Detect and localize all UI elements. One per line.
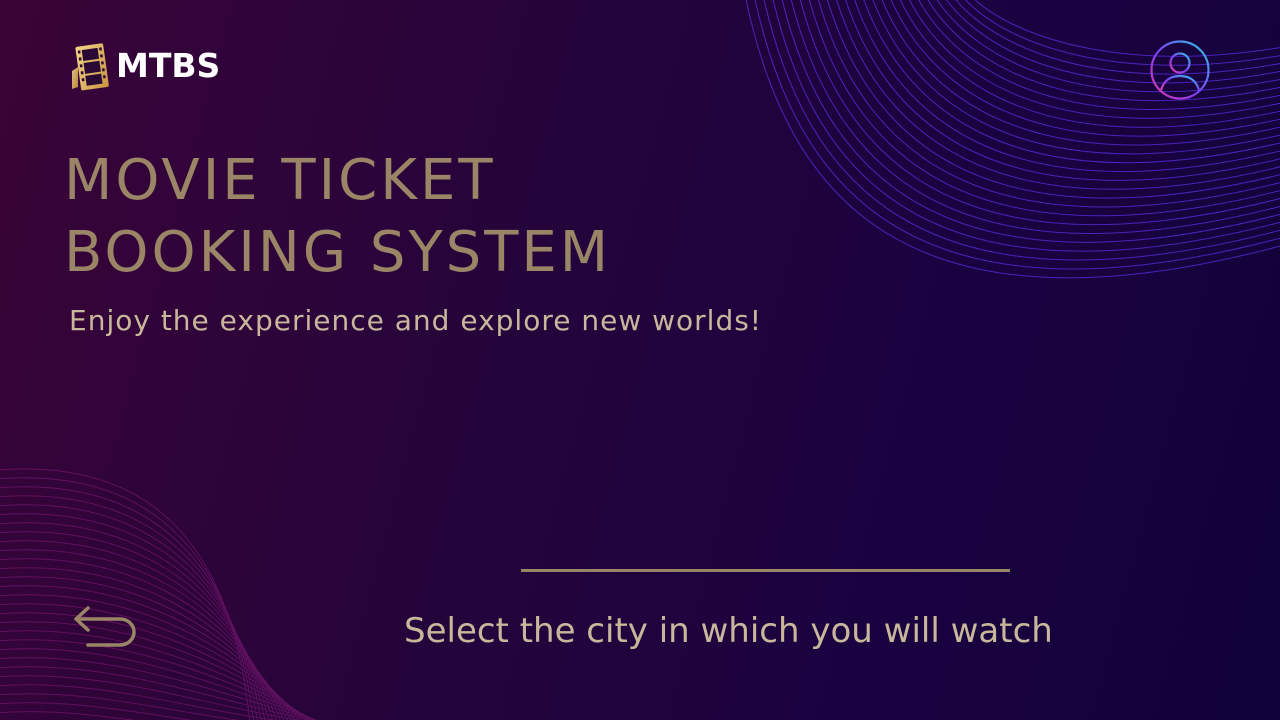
city-prompt: Select the city in which you will watch (404, 611, 1053, 651)
decor-line (845, 0, 1280, 181)
decor-line (918, 0, 1280, 110)
title-line-2: BOOKING SYSTEM (64, 220, 612, 285)
brand-logo[interactable]: MTBS (70, 40, 220, 92)
decor-line (781, 0, 1280, 243)
undo-arrow-icon (74, 606, 136, 647)
decor-line (0, 468, 250, 720)
decor-line (799, 0, 1280, 226)
decor-line (0, 693, 241, 720)
decor-line (964, 0, 1280, 66)
decor-line (854, 0, 1280, 172)
decor-line (0, 684, 279, 720)
decor-line (0, 594, 303, 720)
decor-line (0, 702, 193, 720)
decor-line (955, 0, 1280, 75)
profile-button[interactable] (1149, 39, 1211, 101)
title-line-1: MOVIE TICKET (64, 148, 496, 213)
decor-line (0, 639, 317, 720)
tagline: Enjoy the experience and explore new wor… (69, 304, 763, 337)
decor-line (0, 657, 317, 720)
decor-line (899, 0, 1280, 128)
decor-line (0, 603, 306, 720)
decor-line (927, 0, 1280, 102)
decor-line (0, 549, 285, 720)
decor-line (772, 0, 1280, 252)
divider (521, 569, 1010, 572)
film-strip-icon (72, 43, 109, 91)
decor-line (0, 558, 288, 720)
back-button[interactable] (70, 598, 142, 652)
decor-line (872, 0, 1280, 155)
decor-line (836, 0, 1280, 190)
decor-line (0, 675, 303, 720)
decor-line (946, 0, 1280, 84)
decor-line (827, 0, 1280, 199)
decor-line (0, 621, 312, 720)
decor-line (0, 711, 137, 720)
decor-line (863, 0, 1280, 164)
decor-line (0, 612, 309, 720)
decor-line (974, 0, 1280, 57)
decor-line (0, 648, 318, 720)
decor-line (881, 0, 1280, 146)
decor-line (0, 630, 315, 720)
decor-line (0, 585, 299, 720)
decor-line (909, 0, 1280, 119)
decor-line (936, 0, 1280, 93)
decor-line (890, 0, 1280, 137)
page-title: MOVIE TICKET BOOKING SYSTEM (64, 145, 704, 289)
decor-line (790, 0, 1280, 235)
brand-name: MTBS (116, 46, 221, 85)
decor-line (0, 567, 292, 720)
decor-line (808, 0, 1280, 217)
decor-line (817, 0, 1280, 208)
decor-line (0, 576, 296, 720)
decor-line (0, 666, 314, 720)
user-avatar-icon (1150, 40, 1210, 100)
